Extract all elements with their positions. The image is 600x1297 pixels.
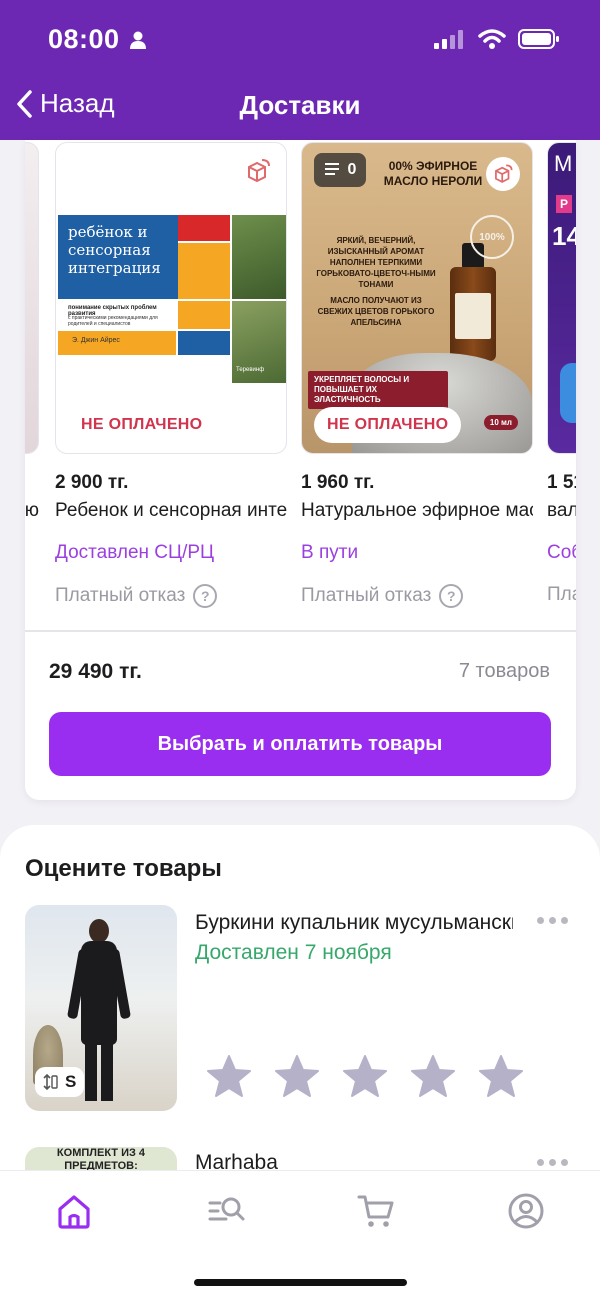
product-image-partial: М Р 14Х <box>547 142 576 454</box>
page-title: Доставки <box>239 90 361 120</box>
size-chip: S <box>35 1067 85 1097</box>
star-rating[interactable] <box>205 1053 525 1101</box>
item-name: Натуральное эфирное масло нероли <box>301 500 533 521</box>
star-icon[interactable] <box>477 1053 525 1101</box>
oil-text-2: МАСЛО ПОЛУЧАЮТ ИЗ СВЕЖИХ ЦВЕТОВ ГОРЬКОГО… <box>317 296 435 327</box>
star-icon[interactable] <box>273 1053 321 1101</box>
return-box-icon <box>248 159 270 183</box>
paid-refusal[interactable]: Пла <box>547 584 576 606</box>
cart-icon[interactable] <box>356 1191 396 1231</box>
item-name: вал <box>547 500 576 521</box>
book-note: с практическими рекомендациями для родит… <box>68 315 158 327</box>
signal-icon <box>434 30 463 49</box>
photo-count: 0 <box>347 161 357 178</box>
item-status: В пути <box>301 542 359 563</box>
star-icon[interactable] <box>341 1053 389 1101</box>
question-icon[interactable]: ? <box>193 584 218 608</box>
oil-bottle <box>450 243 496 361</box>
total-price: 29 490 тг. <box>49 660 142 683</box>
paid-refusal-label: Пла <box>547 584 576 605</box>
tab-bar <box>0 1170 600 1297</box>
order-item-prev-name: ю <box>25 500 39 521</box>
size-arrows-icon <box>43 1073 58 1091</box>
paid-refusal[interactable]: Платный отказ ? <box>301 584 464 608</box>
oil-text-1: ЯРКИЙ, ВЕЧЕРНИЙ, ИЗЫСКАННЫЙ АРОМАТ НАПОЛ… <box>316 236 436 289</box>
profile-icon[interactable] <box>506 1191 546 1231</box>
item-name: Ребенок и сенсорная интеграция <box>55 500 287 521</box>
orders-card: ю ребёнок и сенсорная интеграция пониман… <box>25 140 576 800</box>
size-value: S <box>65 1072 77 1091</box>
status-time: 08:00 <box>48 24 148 55</box>
partial-text-2: Р <box>556 195 573 213</box>
status-time-text: 08:00 <box>48 24 120 54</box>
question-icon[interactable]: ? <box>439 584 464 608</box>
unpaid-badge: НЕ ОПЛАЧЕНО <box>314 407 462 443</box>
book-publisher: Теревинф <box>236 367 265 373</box>
book-title: ребёнок и сенсорная интеграция <box>68 223 161 277</box>
oil-heading: 00% ЭФИРНОЕ МАСЛО НЕРОЛИ <box>383 159 483 188</box>
section-title: Оцените товары <box>25 855 222 882</box>
wifi-icon <box>478 29 506 49</box>
more-options-icon[interactable] <box>537 917 568 924</box>
item-status: Соб <box>547 542 576 563</box>
star-icon[interactable] <box>205 1053 253 1101</box>
divider <box>25 630 576 632</box>
partial-roller <box>560 363 576 423</box>
total-count: 7 товаров <box>458 660 550 682</box>
catalog-search-icon[interactable] <box>206 1191 246 1231</box>
star-icon[interactable] <box>409 1053 457 1101</box>
person-icon <box>129 31 146 49</box>
rate-item-status: Доставлен 7 ноября <box>195 941 392 964</box>
battery-icon <box>518 29 559 49</box>
book-author: Э. Джин Айрес <box>72 337 120 344</box>
order-items-carousel[interactable]: ю ребёнок и сенсорная интеграция пониман… <box>25 140 576 630</box>
book-cover: ребёнок и сенсорная интеграция понимание… <box>58 215 286 383</box>
seal-badge: 100% <box>470 215 514 259</box>
more-options-icon[interactable] <box>537 1159 568 1166</box>
gallery-icon <box>324 163 339 175</box>
select-and-pay-button[interactable]: Выбрать и оплатить товары <box>49 712 551 776</box>
order-item-prev-image <box>25 142 39 454</box>
oil-ribbon: УКРЕПЛЯЕТ ВОЛОСЫ И ПОВЫШАЕТ ИХ ЭЛАСТИЧНО… <box>308 371 448 409</box>
item-price: 1 51 <box>547 472 576 493</box>
rate-item-name[interactable]: Буркини купальник мусульманский <box>195 911 513 935</box>
home-indicator <box>194 1279 407 1286</box>
home-icon[interactable] <box>54 1191 94 1231</box>
status-indicators <box>434 28 560 50</box>
unpaid-badge: НЕ ОПЛАЧЕНО <box>68 407 216 443</box>
product-image-oil: 0 00% ЭФИРНОЕ МАСЛО НЕРОЛИ ЯРКИЙ, ВЕЧЕРН… <box>301 142 533 454</box>
partial-text-1: М <box>554 151 573 176</box>
item-price: 1 960 тг. <box>301 472 375 493</box>
product-image-burkini[interactable]: S <box>25 905 177 1111</box>
rate-item[interactable]: S Буркини купальник мусульманский Достав… <box>25 905 600 1115</box>
item-status: Доставлен СЦ/РЦ <box>55 542 215 563</box>
item-price: 2 900 тг. <box>55 472 129 493</box>
paid-refusal[interactable]: Платный отказ ? <box>55 584 218 608</box>
return-box-icon <box>495 164 513 183</box>
product-image-book: ребёнок и сенсорная интеграция понимание… <box>55 142 287 454</box>
partial-text-3: 14Х <box>552 221 576 251</box>
oil-volume: 10 мл <box>483 415 518 430</box>
header: 08:00 Назад Доставки <box>0 0 600 140</box>
paid-refusal-label: Платный отказ <box>301 585 432 606</box>
photo-count-chip[interactable]: 0 <box>314 153 366 187</box>
paid-refusal-label: Платный отказ <box>55 585 186 606</box>
